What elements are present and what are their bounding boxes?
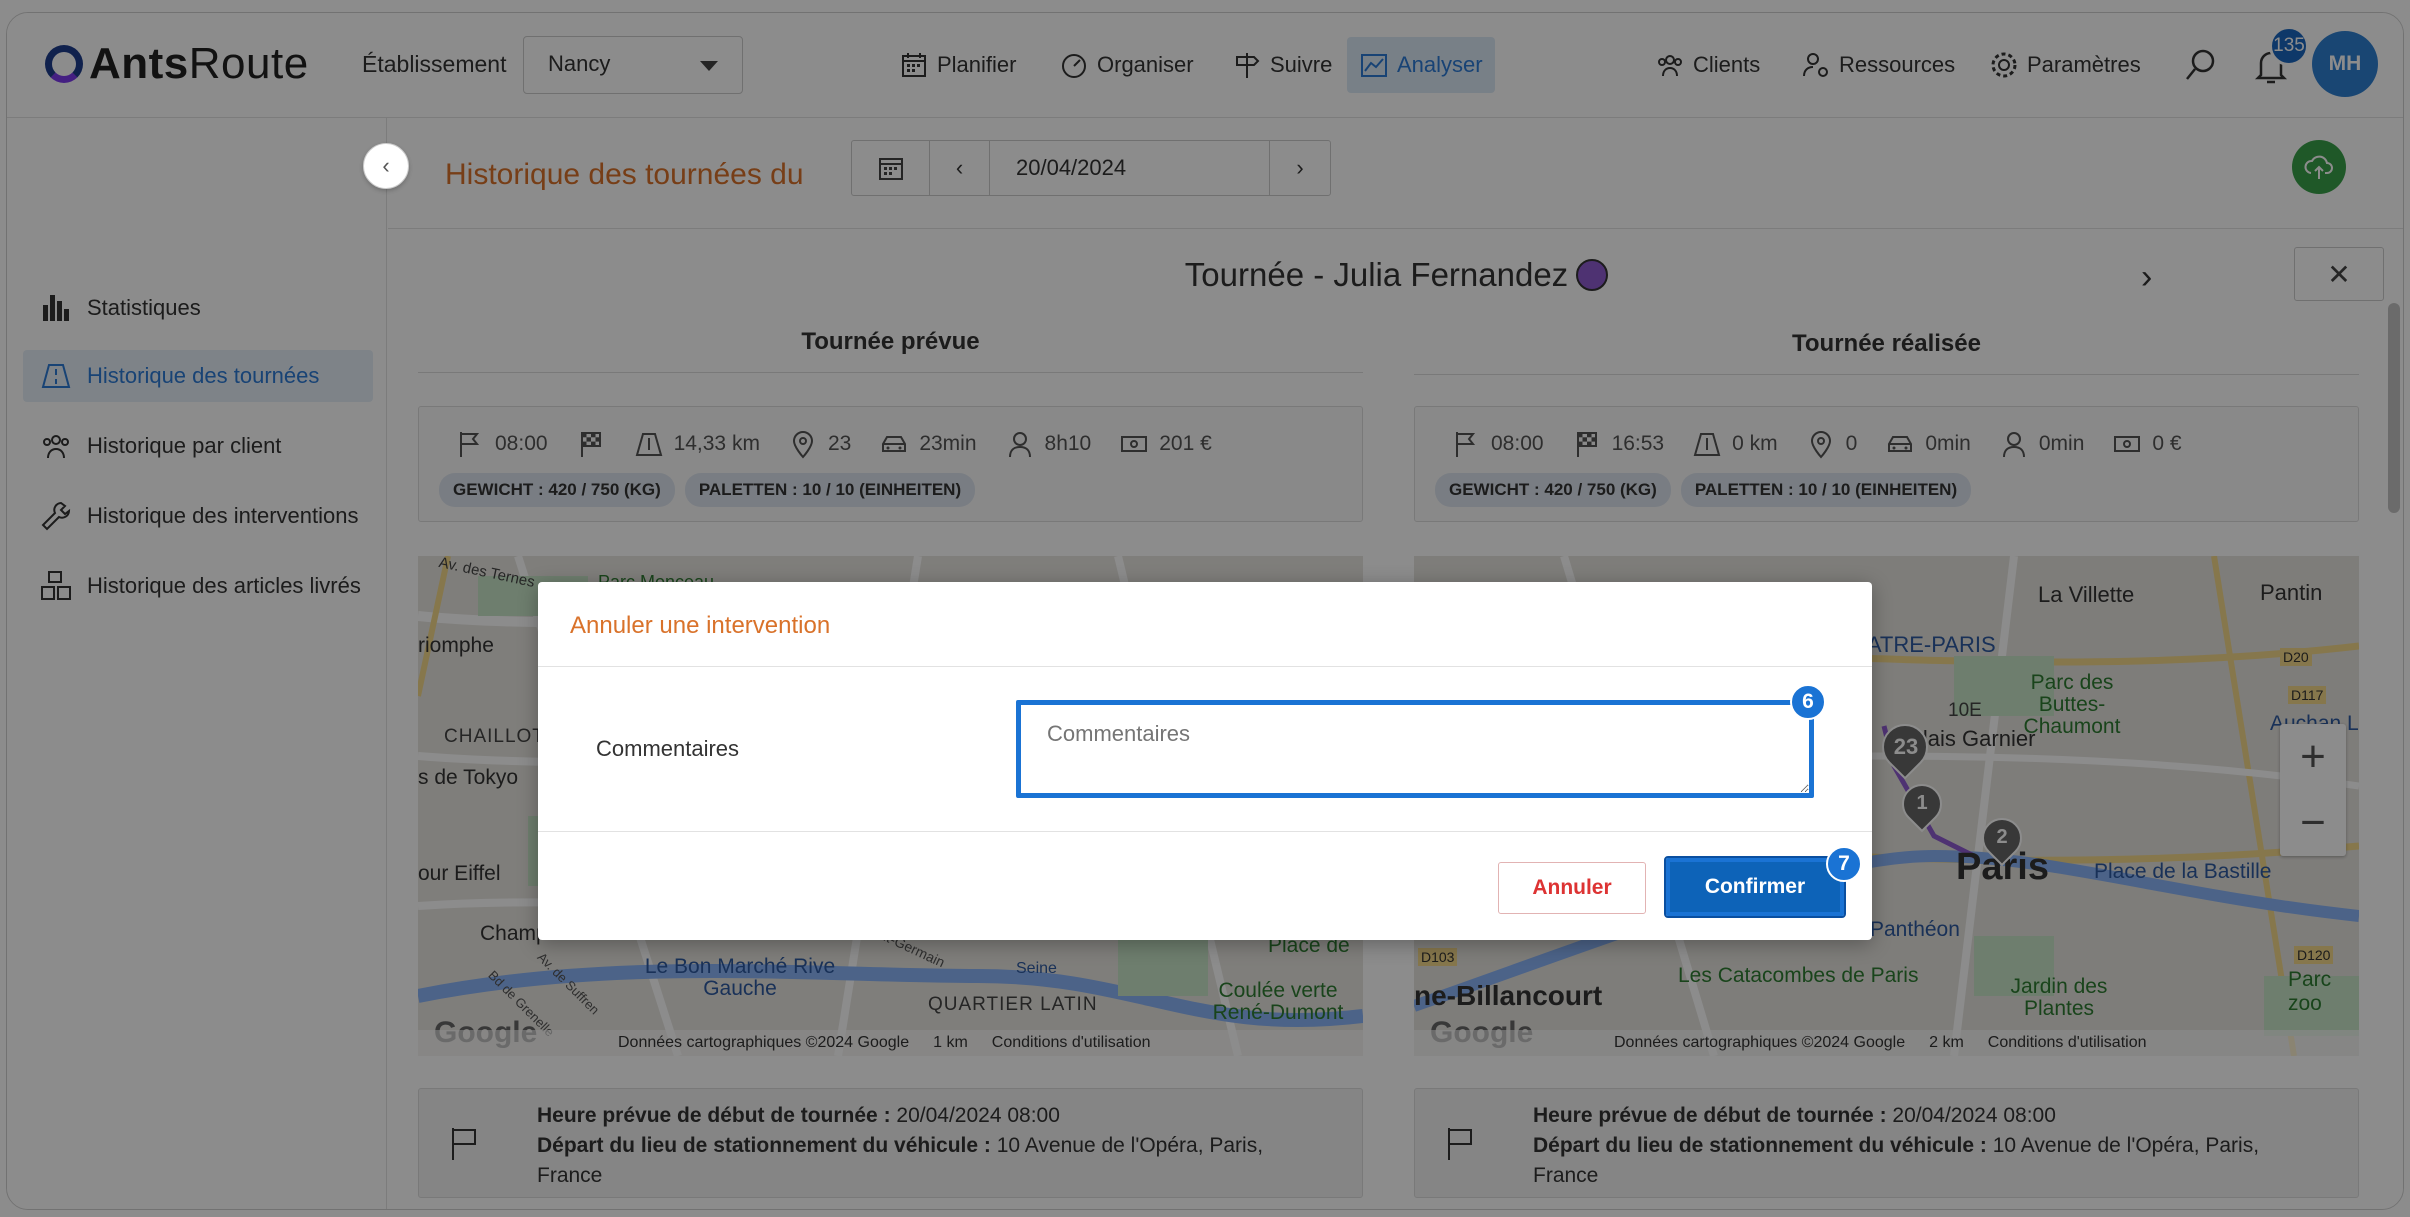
modal-title: Annuler une intervention <box>570 612 831 639</box>
cancel-button[interactable]: Annuler <box>1498 862 1646 914</box>
step-badge: 6 <box>1790 684 1826 720</box>
comment-textarea[interactable] <box>1016 700 1814 798</box>
divider <box>538 831 1872 832</box>
comment-label: Commentaires <box>596 736 740 761</box>
divider <box>538 666 1872 667</box>
sidebar-collapse-button[interactable]: ‹ <box>363 143 409 189</box>
confirm-button[interactable]: Confirmer <box>1664 856 1846 918</box>
cancel-intervention-modal: Annuler une intervention Commentaires 6 … <box>538 582 1872 940</box>
chevron-left-icon: ‹ <box>382 153 390 178</box>
step-badge: 7 <box>1826 846 1862 882</box>
